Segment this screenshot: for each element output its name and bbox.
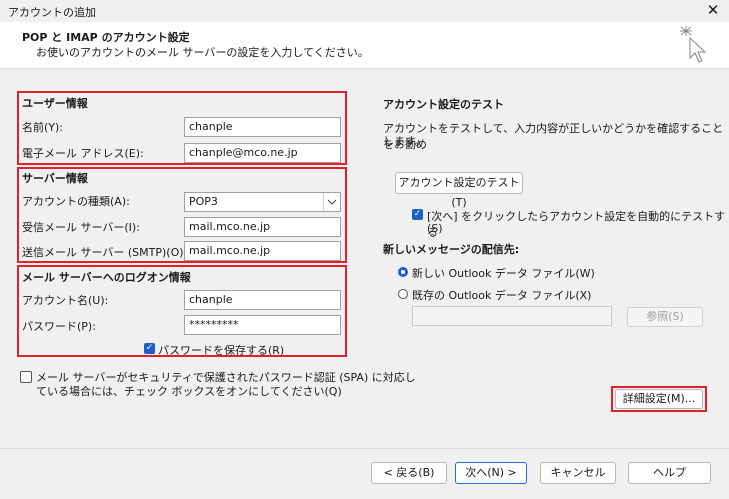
name-label: 名前(Y):: [22, 121, 64, 134]
account-type-label: アカウントの種類(A):: [22, 195, 130, 208]
window-title: アカウントの追加: [8, 6, 96, 19]
new-data-file-label[interactable]: 新しい Outlook データ ファイル(W): [412, 265, 595, 281]
delivery-heading: 新しいメッセージの配信先:: [383, 243, 520, 256]
header-title: POP と IMAP のアカウント設定: [22, 31, 190, 44]
account-name-field[interactable]: chanple: [184, 290, 341, 310]
cancel-button[interactable]: キャンセル: [540, 462, 616, 484]
advanced-settings-button[interactable]: 詳細設定(M)...: [615, 389, 703, 409]
next-button[interactable]: 次へ(N) >: [455, 462, 527, 484]
spa-checkbox[interactable]: [20, 371, 32, 383]
email-field[interactable]: chanple@mco.ne.jp: [184, 143, 341, 163]
account-name-label: アカウント名(U):: [22, 294, 109, 307]
test-account-button[interactable]: アカウント設定のテスト(T): [395, 172, 523, 209]
incoming-server-field[interactable]: mail.mco.ne.jp: [184, 217, 341, 237]
data-file-path-field[interactable]: [412, 306, 612, 326]
test-desc-line1: アカウントをテストして、入力内容が正しいかどうかを確認することをお勧め: [383, 122, 724, 151]
outgoing-server-field[interactable]: mail.mco.ne.jp: [184, 241, 341, 261]
server-info-heading: サーバー情報: [22, 172, 88, 185]
cursor-sparkle-icon: [676, 24, 712, 67]
account-type-select[interactable]: POP3: [184, 192, 341, 212]
test-desc-line2: します。: [383, 135, 426, 148]
header-subtitle: お使いのアカウントのメール サーバーの設定を入力してください。: [36, 46, 369, 59]
remember-password-checkbox[interactable]: ✓: [144, 343, 155, 354]
account-type-value: POP3: [189, 195, 218, 208]
existing-data-file-label[interactable]: 既存の Outlook データ ファイル(X): [412, 287, 591, 303]
password-label: パスワード(P):: [22, 320, 96, 333]
chevron-down-icon[interactable]: [323, 193, 340, 211]
auto-test-label-line1[interactable]: [次へ] をクリックしたらアカウント設定を自動的にテストする: [427, 208, 729, 240]
spa-label-line2[interactable]: ている場合には、チェック ボックスをオンにしてください(Q): [36, 383, 342, 399]
incoming-server-label: 受信メール サーバー(I):: [22, 221, 140, 234]
dialog-header: POP と IMAP のアカウント設定 お使いのアカウントのメール サーバーの設…: [0, 22, 729, 69]
close-icon[interactable]: ✕: [704, 1, 722, 19]
help-button[interactable]: ヘルプ: [628, 462, 711, 484]
name-field[interactable]: chanple: [184, 117, 341, 137]
footer-divider: [0, 448, 729, 449]
email-label: 電子メール アドレス(E):: [22, 147, 144, 160]
auto-test-label-line2[interactable]: (S): [427, 222, 443, 235]
test-heading: アカウント設定のテスト: [383, 98, 504, 111]
remember-password-label[interactable]: パスワードを保存する(R): [158, 342, 284, 358]
browse-button[interactable]: 参照(S): [627, 307, 703, 327]
user-info-heading: ユーザー情報: [22, 97, 88, 110]
logon-info-heading: メール サーバーへのログオン情報: [22, 271, 191, 284]
new-data-file-radio[interactable]: [398, 267, 408, 277]
existing-data-file-radio[interactable]: [398, 289, 408, 299]
password-field[interactable]: *********: [184, 315, 341, 335]
title-bar: アカウントの追加 ✕: [0, 0, 729, 22]
back-button[interactable]: < 戻る(B): [371, 462, 447, 484]
auto-test-checkbox[interactable]: ✓: [412, 209, 423, 220]
outgoing-server-label: 送信メール サーバー (SMTP)(O):: [22, 246, 188, 259]
